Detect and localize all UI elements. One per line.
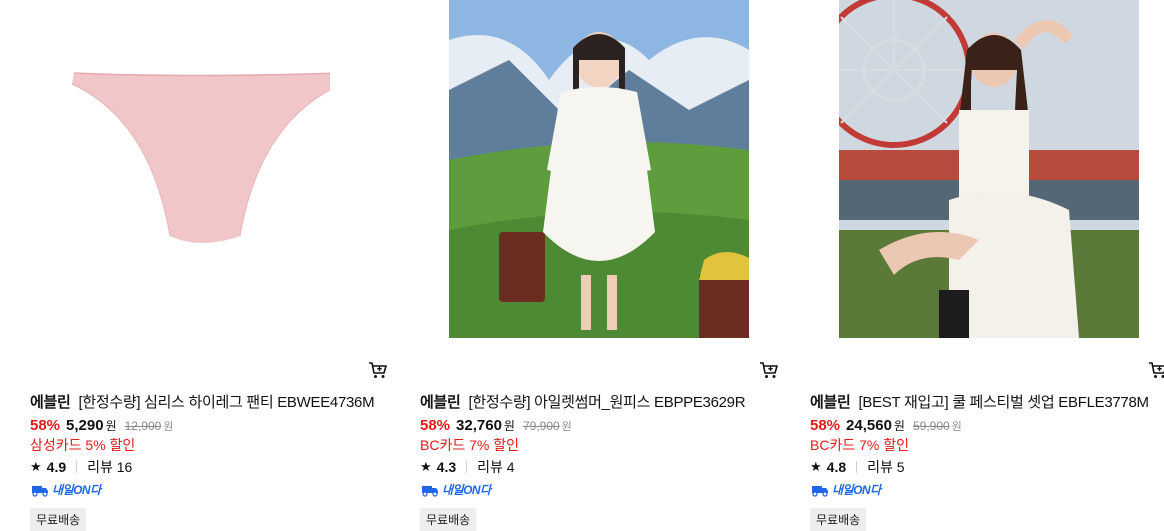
product-card[interactable]: 에블린 [한정수량] 심리스 하이레그 팬티 EBWEE4736M 58% 5,29… [30, 0, 390, 526]
delivery-badge-text: 내일ON다 [52, 481, 101, 498]
rating-score: 4.3 [437, 459, 456, 475]
product-title[interactable]: 에블린 [한정수량] 아일렛썸머_원피스 EBPPE3629R [420, 394, 800, 412]
rating-score: 4.8 [827, 459, 846, 475]
card-discount: BC카드 7% 할인 [810, 435, 909, 455]
original-price-unit: 원 [952, 421, 962, 433]
review-row: ★ 4.8 리뷰 5 [810, 457, 905, 477]
original-price-unit: 원 [163, 421, 173, 433]
discount-rate: 58% [810, 417, 840, 434]
product-title[interactable]: 에블린 [한정수량] 심리스 하이레그 팬티 EBWEE4736M [30, 394, 410, 412]
delivery-truck-icon [420, 483, 440, 497]
delivery-truck-icon [810, 483, 830, 497]
delivery-badge: 내일ON다 [810, 481, 881, 498]
add-to-cart-button[interactable] [368, 360, 388, 380]
sale-price: 24,560 [846, 417, 892, 434]
review-count: 리뷰 5 [867, 457, 904, 477]
price-unit: 원 [894, 419, 905, 433]
cart-icon [759, 360, 779, 380]
product-title[interactable]: 에블린 [BEST 재입고] 쿨 페스티벌 셋업 EBFLE3778M [810, 394, 1164, 412]
product-name: [BEST 재입고] 쿨 페스티벌 셋업 EBFLE3778M [859, 394, 1149, 411]
free-shipping-tag: 무료배송 [30, 508, 86, 531]
divider [76, 461, 77, 473]
original-price: 79,900 [523, 419, 560, 433]
product-name: [한정수량] 아일렛썸머_원피스 EBPPE3629R [469, 394, 746, 411]
review-row: ★ 4.9 리뷰 16 [30, 457, 132, 477]
cart-icon [368, 360, 388, 380]
review-row: ★ 4.3 리뷰 4 [420, 457, 515, 477]
product-card[interactable]: 에블린 [한정수량] 아일렛썸머_원피스 EBPPE3629R 58% 32,760… [420, 0, 780, 526]
delivery-badge-text: 내일ON다 [442, 481, 491, 498]
product-image[interactable] [449, 0, 749, 338]
setup-model-image [839, 0, 1139, 338]
price-row: 58%24,560원59,900원 [810, 416, 962, 437]
sale-price: 5,290 [66, 417, 104, 434]
delivery-truck-icon [30, 483, 50, 497]
rating-score: 4.9 [47, 459, 66, 475]
price-row: 58%5,290원12,900원 [30, 416, 173, 437]
star-icon: ★ [810, 459, 822, 475]
card-discount: 삼성카드 5% 할인 [30, 435, 135, 455]
original-price: 12,900 [125, 419, 162, 433]
discount-rate: 58% [420, 417, 450, 434]
cart-icon [1148, 360, 1164, 380]
delivery-badge: 내일ON다 [420, 481, 491, 498]
delivery-badge-text: 내일ON다 [832, 481, 881, 498]
price-unit: 원 [106, 419, 117, 433]
free-shipping-tag: 무료배송 [420, 508, 476, 531]
star-icon: ★ [420, 459, 432, 475]
star-icon: ★ [30, 459, 42, 475]
free-shipping-tag: 무료배송 [810, 508, 866, 531]
brand-name: 에블린 [420, 394, 461, 411]
brand-name: 에블린 [810, 394, 851, 411]
price-row: 58%32,760원79,900원 [420, 416, 572, 437]
original-price: 59,900 [913, 419, 950, 433]
price-unit: 원 [504, 419, 515, 433]
product-name: [한정수량] 심리스 하이레그 팬티 EBWEE4736M [79, 394, 375, 411]
panty-image [30, 0, 330, 338]
sale-price: 32,760 [456, 417, 502, 434]
product-card[interactable]: 에블린 [BEST 재입고] 쿨 페스티벌 셋업 EBFLE3778M 58% 24… [810, 0, 1164, 526]
card-discount: BC카드 7% 할인 [420, 435, 519, 455]
divider [856, 461, 857, 473]
review-count: 리뷰 4 [477, 457, 514, 477]
review-count: 리뷰 16 [87, 457, 132, 477]
divider [466, 461, 467, 473]
add-to-cart-button[interactable] [759, 360, 779, 380]
product-image[interactable] [839, 0, 1139, 338]
dress-model-image [449, 0, 749, 338]
original-price-unit: 원 [562, 421, 572, 433]
discount-rate: 58% [30, 417, 60, 434]
add-to-cart-button[interactable] [1148, 360, 1164, 380]
product-image[interactable] [30, 0, 330, 338]
delivery-badge: 내일ON다 [30, 481, 101, 498]
brand-name: 에블린 [30, 394, 71, 411]
